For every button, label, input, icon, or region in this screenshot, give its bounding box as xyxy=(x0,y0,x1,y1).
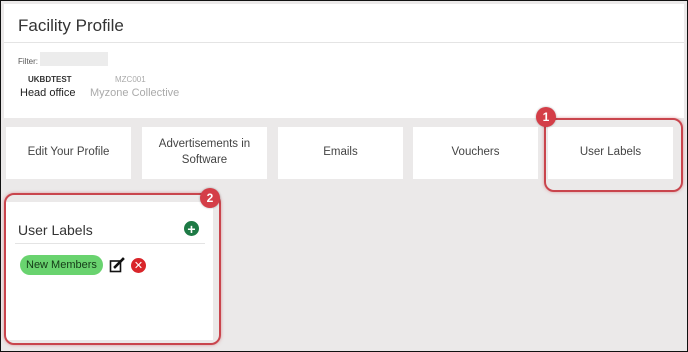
facility-name: Head office xyxy=(20,87,76,99)
tab-edit-your-profile[interactable]: Edit Your Profile xyxy=(6,127,131,179)
divider xyxy=(4,42,684,43)
facility-name: Myzone Collective xyxy=(90,87,180,99)
facility-item-head-office[interactable]: UKBDTEST Head office xyxy=(20,75,75,99)
highlight-box-1 xyxy=(544,118,683,192)
tab-advertisements-in-software[interactable]: Advertisements in Software xyxy=(142,127,267,179)
facility-item-myzone-collective[interactable]: MZC001 Myzone Collective xyxy=(90,75,179,99)
tab-emails[interactable]: Emails xyxy=(278,127,403,179)
annotation-badge-1: 1 xyxy=(536,107,556,127)
filter-input[interactable] xyxy=(40,52,108,66)
app-frame: Facility Profile Filter: UKBDTEST Head o… xyxy=(0,0,688,352)
tab-vouchers[interactable]: Vouchers xyxy=(413,127,538,179)
annotation-badge-2: 2 xyxy=(200,188,220,208)
filter-label: Filter: xyxy=(18,57,38,66)
facility-header-panel: Facility Profile Filter: UKBDTEST Head o… xyxy=(4,4,684,118)
facility-code: MZC001 xyxy=(115,75,146,84)
page-title: Facility Profile xyxy=(18,16,124,35)
facility-code: UKBDTEST xyxy=(28,75,72,84)
highlight-box-2 xyxy=(4,193,221,345)
